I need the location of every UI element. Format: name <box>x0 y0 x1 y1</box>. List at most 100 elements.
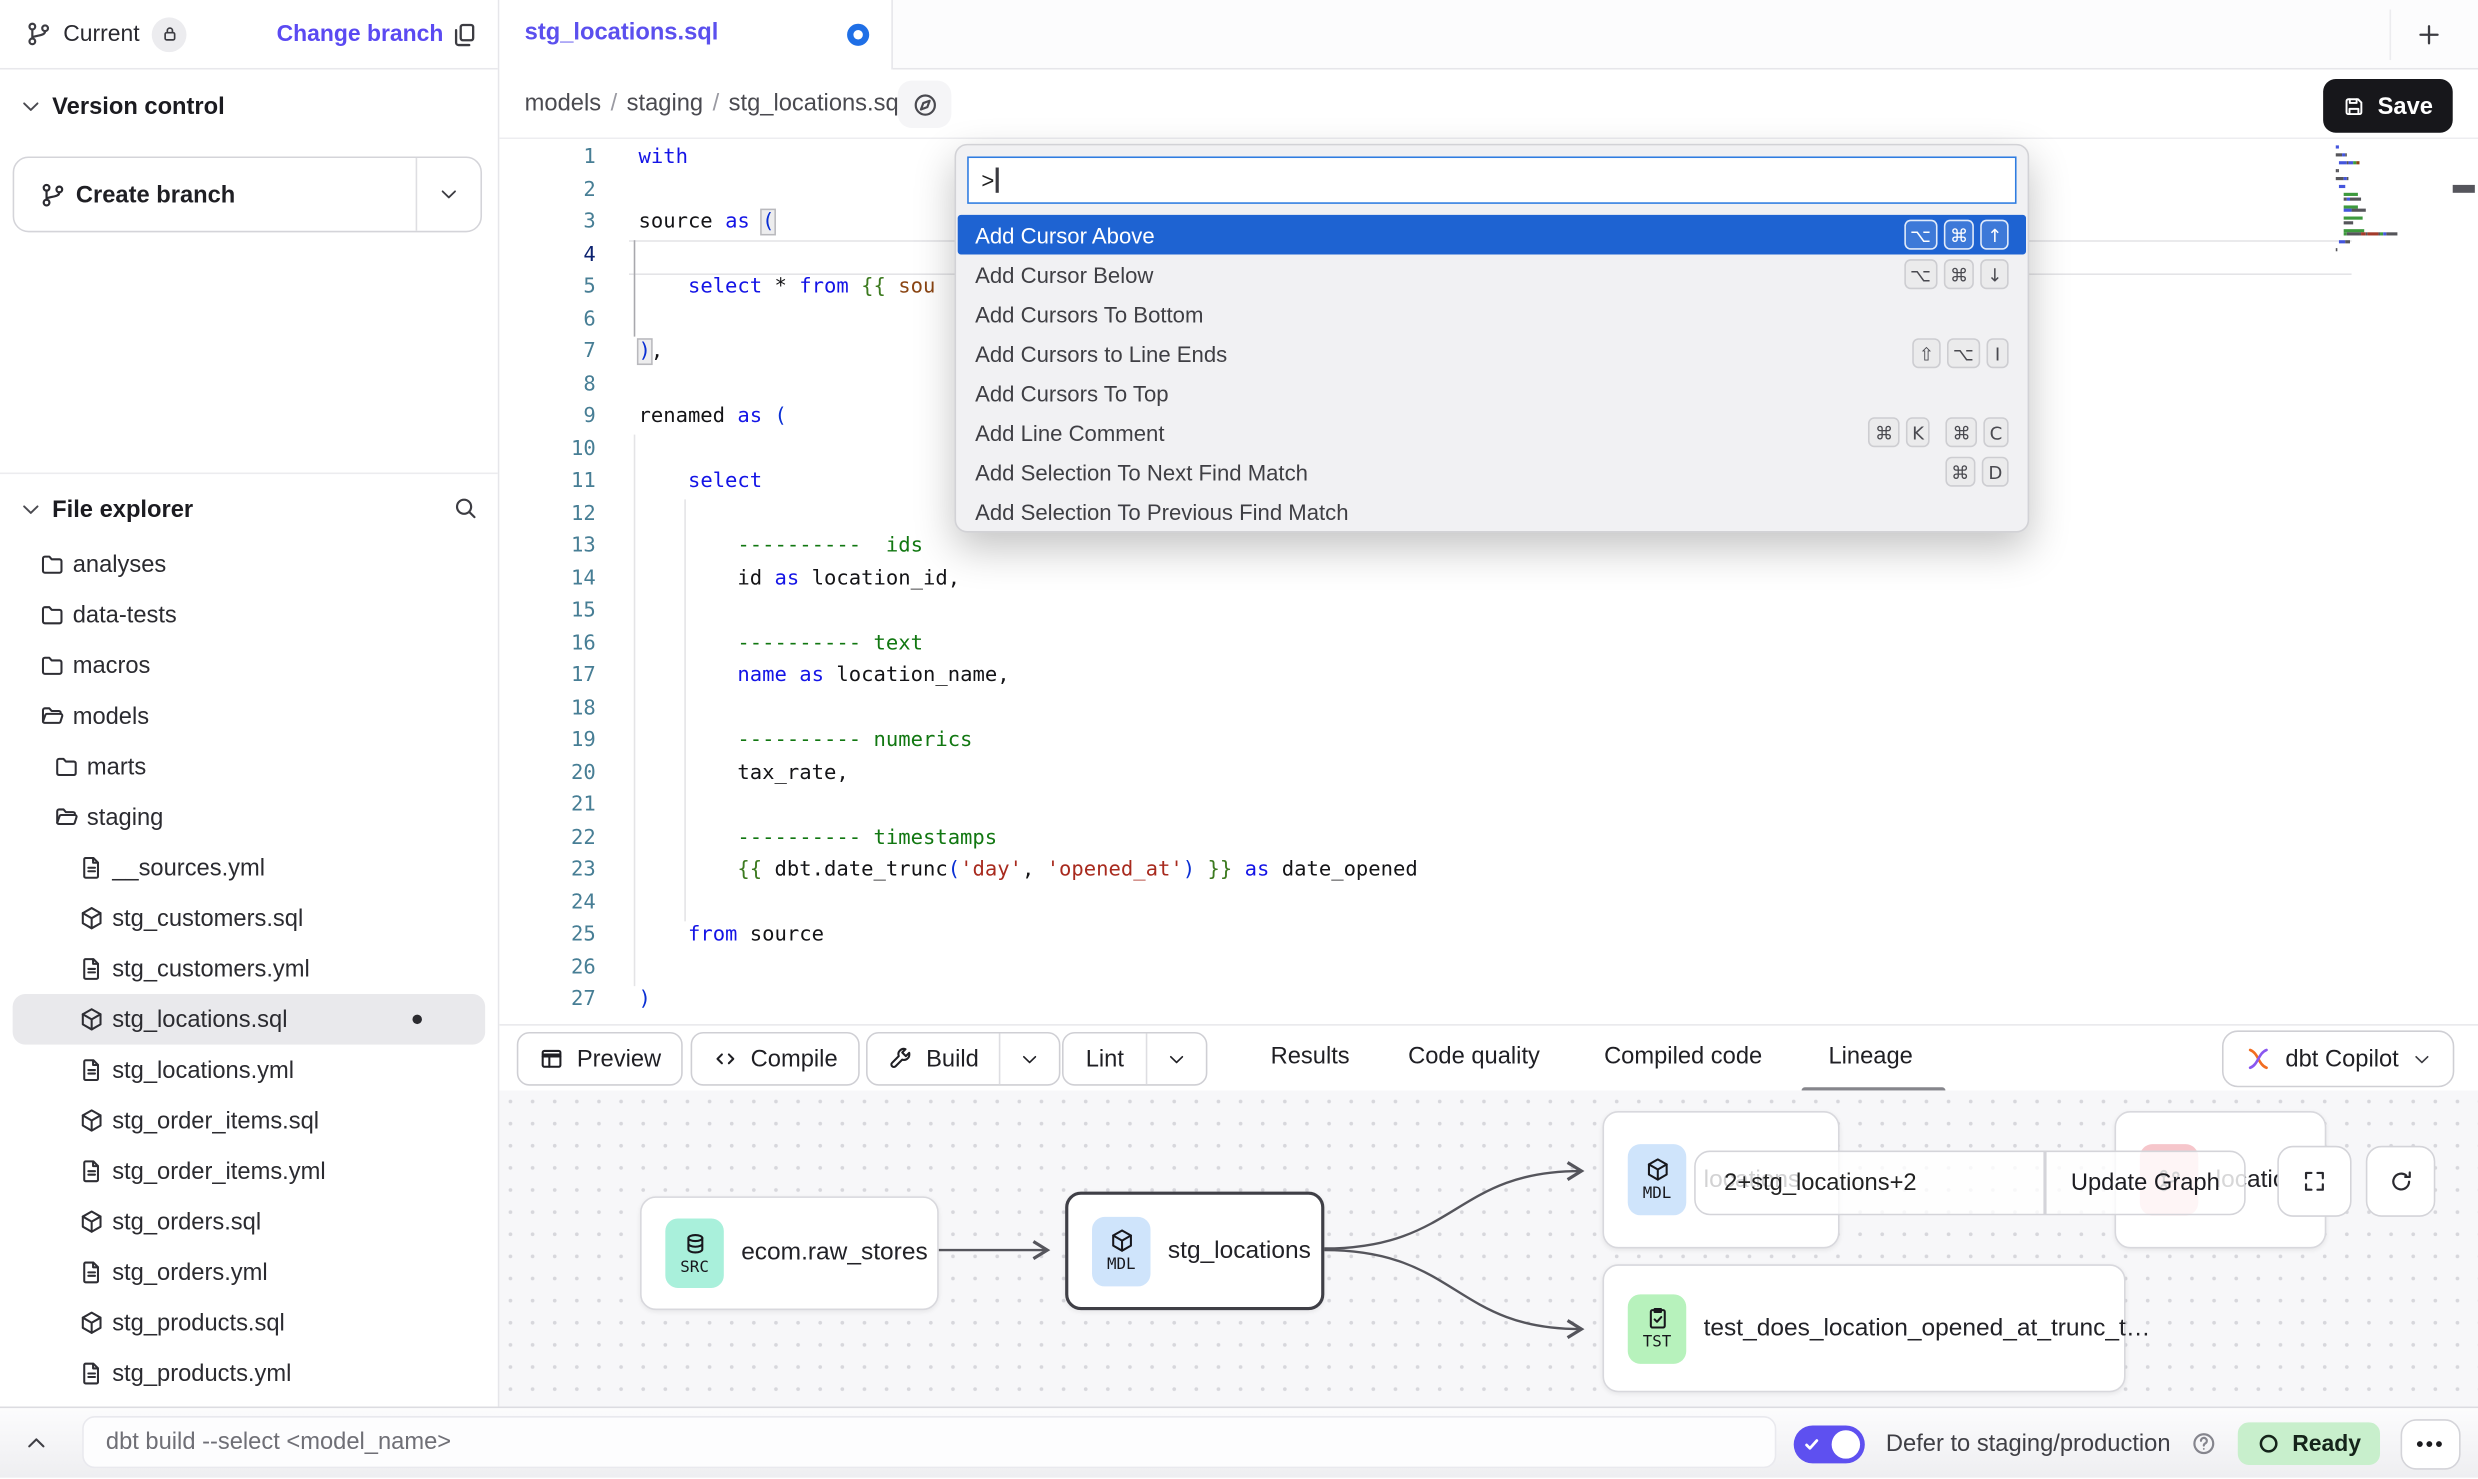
command-label: Add Selection To Next Find Match <box>975 459 1945 484</box>
tab-results[interactable]: Results <box>1271 1026 1350 1089</box>
file-tree-item-macros[interactable]: macros <box>13 640 486 691</box>
scrollbar-marker[interactable] <box>2453 185 2475 193</box>
preview-button[interactable]: Preview <box>517 1032 684 1086</box>
code-icon <box>713 1046 738 1071</box>
lineage-graph[interactable]: MDL locations locations SRC ecom.raw_sto… <box>499 1090 2478 1406</box>
help-icon[interactable] <box>2191 1430 2218 1457</box>
file-tree-item-staging[interactable]: staging <box>13 792 486 843</box>
lint-button[interactable]: Lint <box>1062 1032 1208 1086</box>
command-palette-input[interactable]: > <box>967 156 2016 203</box>
build-dropdown[interactable] <box>999 1034 1059 1085</box>
file-tree-item-marts[interactable]: marts <box>13 741 486 792</box>
code-line-22: ---------- timestamps <box>638 823 1417 855</box>
file-tree-item-stg-customers-sql[interactable]: stg_customers.sql <box>13 893 486 944</box>
lineage-node-test[interactable]: TST test_does_location_opened_at_trunc_t… <box>1602 1264 2125 1392</box>
file-tree-item-stg-products-yml[interactable]: stg_products.yml <box>13 1348 486 1399</box>
ready-status-badge[interactable]: Ready <box>2239 1422 2380 1465</box>
chevron-down-icon <box>19 94 43 118</box>
fullscreen-button[interactable] <box>2277 1146 2351 1217</box>
command-label: Add Cursors To Top <box>975 380 2009 405</box>
file-tree-item-stg-orders-yml[interactable]: stg_orders.yml <box>13 1247 486 1298</box>
command-label: Add Cursor Above <box>975 222 1904 247</box>
lint-dropdown[interactable] <box>1146 1034 1206 1085</box>
code-line-17: name as location_name, <box>638 661 1417 693</box>
wrench-icon <box>888 1046 913 1071</box>
minimap[interactable] <box>2336 145 2453 252</box>
command-item-add-line-comment[interactable]: Add Line Comment⌘K⌘C <box>956 412 2027 452</box>
chevron-down-icon <box>2411 1049 2432 1070</box>
file-tree-item-stg-order-items-sql[interactable]: stg_order_items.sql <box>13 1095 486 1146</box>
breadcrumb: models/staging/stg_locations.sql <box>525 90 904 117</box>
command-item-add-cursors-to-bottom[interactable]: Add Cursors To Bottom <box>956 294 2027 334</box>
lineage-search-input[interactable]: 2+stg_locations+2 <box>1694 1151 2045 1216</box>
key-chip: D <box>1982 457 2009 487</box>
command-item-add-selection-to-next-find-match[interactable]: Add Selection To Next Find Match⌘D <box>956 452 2027 492</box>
save-button[interactable]: Save <box>2323 79 2453 133</box>
model-icon <box>79 1108 104 1133</box>
code-line-20: tax_rate, <box>638 758 1417 790</box>
file-tree-item-stg-locations-yml[interactable]: stg_locations.yml <box>13 1045 486 1096</box>
tab-lineage[interactable]: Lineage <box>1828 1026 1912 1089</box>
lineage-node-ecom-raw-stores[interactable]: SRC ecom.raw_stores <box>640 1196 939 1310</box>
new-tab-plus-icon[interactable] <box>2415 21 2443 49</box>
line-number: 1 <box>499 142 595 174</box>
file-tree-item--sources-yml[interactable]: __sources.yml <box>13 842 486 893</box>
key-chip: ⇧ <box>1912 338 1940 368</box>
key-chip: K <box>1906 417 1931 447</box>
compass-button[interactable] <box>898 81 952 128</box>
breadcrumb-separator: / <box>703 90 729 117</box>
folder-open-icon <box>54 804 79 829</box>
file-tree-item-analyses[interactable]: analyses <box>13 539 486 590</box>
change-branch-link[interactable]: Change branch <box>277 21 444 46</box>
more-options-button[interactable]: ••• <box>2401 1418 2461 1469</box>
key-chip: I <box>1987 338 2009 368</box>
file-explorer-section-header[interactable]: File explorer <box>0 473 498 546</box>
file-tree-item-stg-customers-yml[interactable]: stg_customers.yml <box>13 943 486 994</box>
key-chip: ⌥ <box>1904 220 1938 250</box>
file-label: stg_orders.sql <box>112 1208 261 1235</box>
file-explorer-title: File explorer <box>52 496 193 523</box>
file-tree-item-models[interactable]: models <box>13 691 486 742</box>
tab-code-quality[interactable]: Code quality <box>1408 1026 1540 1089</box>
sidebar: Current Change branch Version control Cr… <box>0 0 499 1407</box>
editor-toolbar: Preview Compile Build Lint Results Code … <box>499 1024 2478 1090</box>
command-item-add-cursor-below[interactable]: Add Cursor Below⌥⌘↓ <box>956 254 2027 294</box>
copy-icon[interactable] <box>450 20 478 48</box>
file-tree-item-stg-order-items-yml[interactable]: stg_order_items.yml <box>13 1146 486 1197</box>
defer-toggle[interactable] <box>1794 1425 1865 1463</box>
command-item-add-cursors-to-line-ends[interactable]: Add Cursors to Line Ends⇧⌥I <box>956 333 2027 373</box>
dbt-copilot-button[interactable]: dbt Copilot <box>2222 1030 2454 1087</box>
line-number: 9 <box>499 401 595 433</box>
code-line-18 <box>638 693 1417 725</box>
refresh-icon <box>2387 1168 2414 1195</box>
build-button[interactable]: Build <box>866 1032 1061 1086</box>
search-icon[interactable] <box>452 495 479 522</box>
version-control-section-header[interactable]: Version control <box>0 70 498 143</box>
line-number-gutter: 1234567891011121314151617181920212223242… <box>499 142 595 1017</box>
tab-compiled-code[interactable]: Compiled code <box>1604 1026 1762 1089</box>
create-branch-dropdown[interactable] <box>416 158 481 231</box>
create-branch-button[interactable]: Create branch <box>13 156 482 232</box>
file-tree-item-stg-products-sql[interactable]: stg_products.sql <box>13 1297 486 1348</box>
code-line-25: from source <box>638 920 1417 952</box>
file-icon <box>79 1260 104 1285</box>
command-item-add-cursor-above[interactable]: Add Cursor Above⌥⌘↑ <box>958 215 2026 255</box>
line-number: 19 <box>499 725 595 757</box>
expand-panel-chevron-icon[interactable] <box>24 1430 49 1455</box>
command-item-add-cursors-to-top[interactable]: Add Cursors To Top <box>956 373 2027 413</box>
command-list: Add Cursor Above⌥⌘↑Add Cursor Below⌥⌘↓Ad… <box>956 215 2027 531</box>
breadcrumb-item[interactable]: stg_locations.sql <box>729 90 904 117</box>
lineage-node-stg-locations[interactable]: MDL stg_locations <box>1065 1192 1324 1311</box>
code-line-15 <box>638 596 1417 628</box>
refresh-button[interactable] <box>2366 1146 2436 1217</box>
breadcrumb-item[interactable]: staging <box>627 90 703 117</box>
tab-stg-locations-sql[interactable]: stg_locations.sql <box>499 0 893 70</box>
file-tree-item-data-tests[interactable]: data-tests <box>13 589 486 640</box>
dbt-command-input[interactable]: dbt build --select <model_name> <box>82 1416 1776 1468</box>
command-item-add-selection-to-previous-find-match[interactable]: Add Selection To Previous Find Match <box>956 491 2027 531</box>
file-tree-item-stg-locations-sql[interactable]: stg_locations.sql <box>13 994 486 1045</box>
file-tree-item-stg-orders-sql[interactable]: stg_orders.sql <box>13 1196 486 1247</box>
update-graph-button[interactable]: Update Graph <box>2045 1151 2246 1216</box>
breadcrumb-item[interactable]: models <box>525 90 601 117</box>
compile-button[interactable]: Compile <box>691 1032 860 1086</box>
